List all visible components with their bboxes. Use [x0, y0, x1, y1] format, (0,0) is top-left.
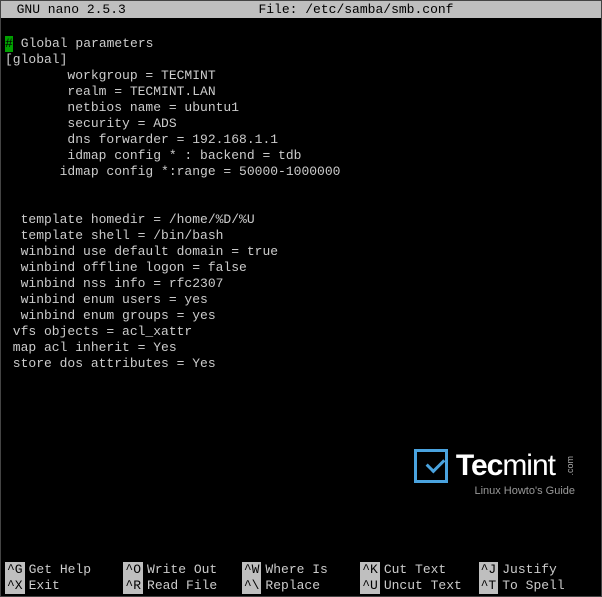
line: workgroup = TECMINT	[5, 68, 216, 83]
line: Global parameters	[13, 36, 153, 51]
line: winbind offline logon = false	[5, 260, 247, 275]
shortcut-exit[interactable]: ^XExit	[5, 578, 123, 594]
logo-dotcom: .com	[565, 456, 575, 476]
line: security = ADS	[5, 116, 177, 131]
watermark-logo: Tecmint .com Linux Howto's Guide	[414, 449, 575, 497]
logo-tagline: Linux Howto's Guide	[414, 485, 575, 497]
line: vfs objects = acl_xattr	[5, 324, 192, 339]
shortcut-uncut-text[interactable]: ^UUncut Text	[360, 578, 478, 594]
line: idmap config * : backend = tdb	[5, 148, 301, 163]
line: template shell = /bin/bash	[5, 228, 223, 243]
shortcut-get-help[interactable]: ^GGet Help	[5, 562, 123, 578]
line: dns forwarder = 192.168.1.1	[5, 132, 278, 147]
title-bar: GNU nano 2.5.3 File: /etc/samba/smb.conf	[1, 1, 601, 18]
line: realm = TECMINT.LAN	[5, 84, 216, 99]
line: netbios name = ubuntu1	[5, 100, 239, 115]
checkbox-icon	[414, 449, 448, 483]
line: [global]	[5, 52, 67, 67]
line: store dos attributes = Yes	[5, 356, 216, 371]
line: winbind enum users = yes	[5, 292, 208, 307]
line: template homedir = /home/%D/%U	[5, 212, 255, 227]
line: idmap config *:range = 50000-1000000	[5, 164, 340, 179]
shortcut-justify[interactable]: ^JJustify	[479, 562, 597, 578]
shortcut-bar: ^GGet Help ^OWrite Out ^WWhere Is ^KCut …	[5, 562, 597, 594]
shortcut-read-file[interactable]: ^RRead File	[123, 578, 241, 594]
shortcut-to-spell[interactable]: ^TTo Spell	[479, 578, 597, 594]
shortcut-where-is[interactable]: ^WWhere Is	[242, 562, 360, 578]
editor-area[interactable]: # Global parameters [global] workgroup =…	[1, 18, 601, 372]
shortcut-replace[interactable]: ^\Replace	[242, 578, 360, 594]
cursor: #	[5, 36, 13, 52]
line: winbind nss info = rfc2307	[5, 276, 223, 291]
shortcut-cut-text[interactable]: ^KCut Text	[360, 562, 478, 578]
line: map acl inherit = Yes	[5, 340, 177, 355]
line: winbind use default domain = true	[5, 244, 278, 259]
shortcut-write-out[interactable]: ^OWrite Out	[123, 562, 241, 578]
logo-text: Tecmint	[456, 449, 555, 483]
line: winbind enum groups = yes	[5, 308, 216, 323]
